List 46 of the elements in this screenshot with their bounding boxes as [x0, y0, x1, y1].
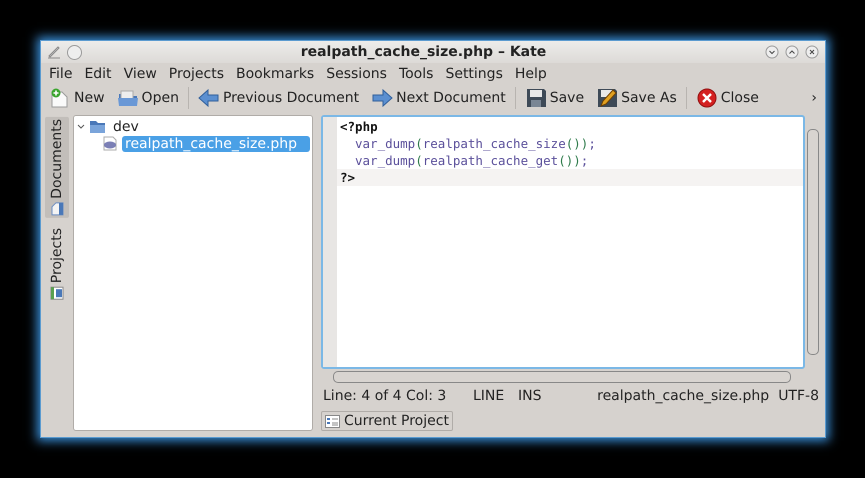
side-tab[interactable]: Documents — [45, 117, 69, 218]
maximize-button[interactable] — [785, 45, 799, 59]
toolbar-button[interactable]: Next Document — [365, 86, 512, 110]
tree-item[interactable]: dev — [110, 118, 142, 134]
side-tab[interactable]: Projects — [45, 226, 69, 302]
close-button[interactable] — [805, 45, 819, 59]
overflow-button[interactable]: › — [803, 90, 825, 106]
code-editor[interactable]: <?php var_dump(realpath_cache_size()); var_dump(realpath_cache_get()); ?> — [321, 115, 805, 369]
cursor-position: Line: 4 of 4 Col: 3 — [323, 388, 448, 404]
toolbar-button[interactable]: Save — [518, 86, 590, 110]
chevron-icon[interactable] — [77, 122, 85, 130]
toolbar-button[interactable]: New — [43, 86, 111, 110]
floppy-pencil-icon — [596, 88, 618, 108]
document-icon — [50, 202, 64, 216]
close-icon — [696, 88, 718, 108]
insert-mode[interactable]: INS — [518, 388, 598, 404]
selection-mode[interactable]: LINE — [473, 388, 518, 404]
list-icon — [325, 414, 340, 428]
code-line: var_dump(realpath_cache_get()); — [354, 152, 590, 169]
toolbar-button[interactable]: Open — [110, 86, 185, 110]
toolbar-button[interactable]: Previous Document — [192, 86, 366, 110]
encoding[interactable]: UTF-8 — [778, 388, 819, 404]
code-line: var_dump(realpath_cache_size()); — [354, 135, 597, 152]
panel-tab[interactable]: Current Project — [321, 411, 453, 431]
file-name: realpath_cache_size.php — [597, 388, 770, 404]
menu-item[interactable]: View — [118, 66, 163, 82]
edit-icon — [47, 45, 61, 59]
folder-icon — [116, 88, 139, 108]
folder-icon — [89, 119, 106, 134]
window-icon — [50, 286, 64, 300]
minimize-button[interactable] — [765, 45, 779, 59]
menu-item[interactable]: Sessions — [320, 66, 393, 82]
toolbar-button[interactable]: Close — [690, 86, 765, 110]
menu-item[interactable]: File — [43, 66, 78, 82]
menu-item[interactable]: Help — [508, 66, 553, 82]
php-file-icon — [102, 136, 118, 151]
right-arrow-icon — [371, 88, 394, 108]
menu-item[interactable]: Bookmarks — [230, 66, 320, 82]
window-title: realpath_cache_size.php – Kate — [300, 44, 548, 60]
left-arrow-icon — [198, 88, 220, 108]
code-line: <?php — [339, 118, 379, 135]
menu-item[interactable]: Tools — [392, 66, 440, 82]
menu-item[interactable]: Edit — [78, 66, 118, 82]
menu-item[interactable]: Settings — [439, 66, 509, 82]
menu-item[interactable]: Projects — [162, 66, 230, 82]
toolbar-button[interactable]: Save As — [590, 86, 683, 110]
